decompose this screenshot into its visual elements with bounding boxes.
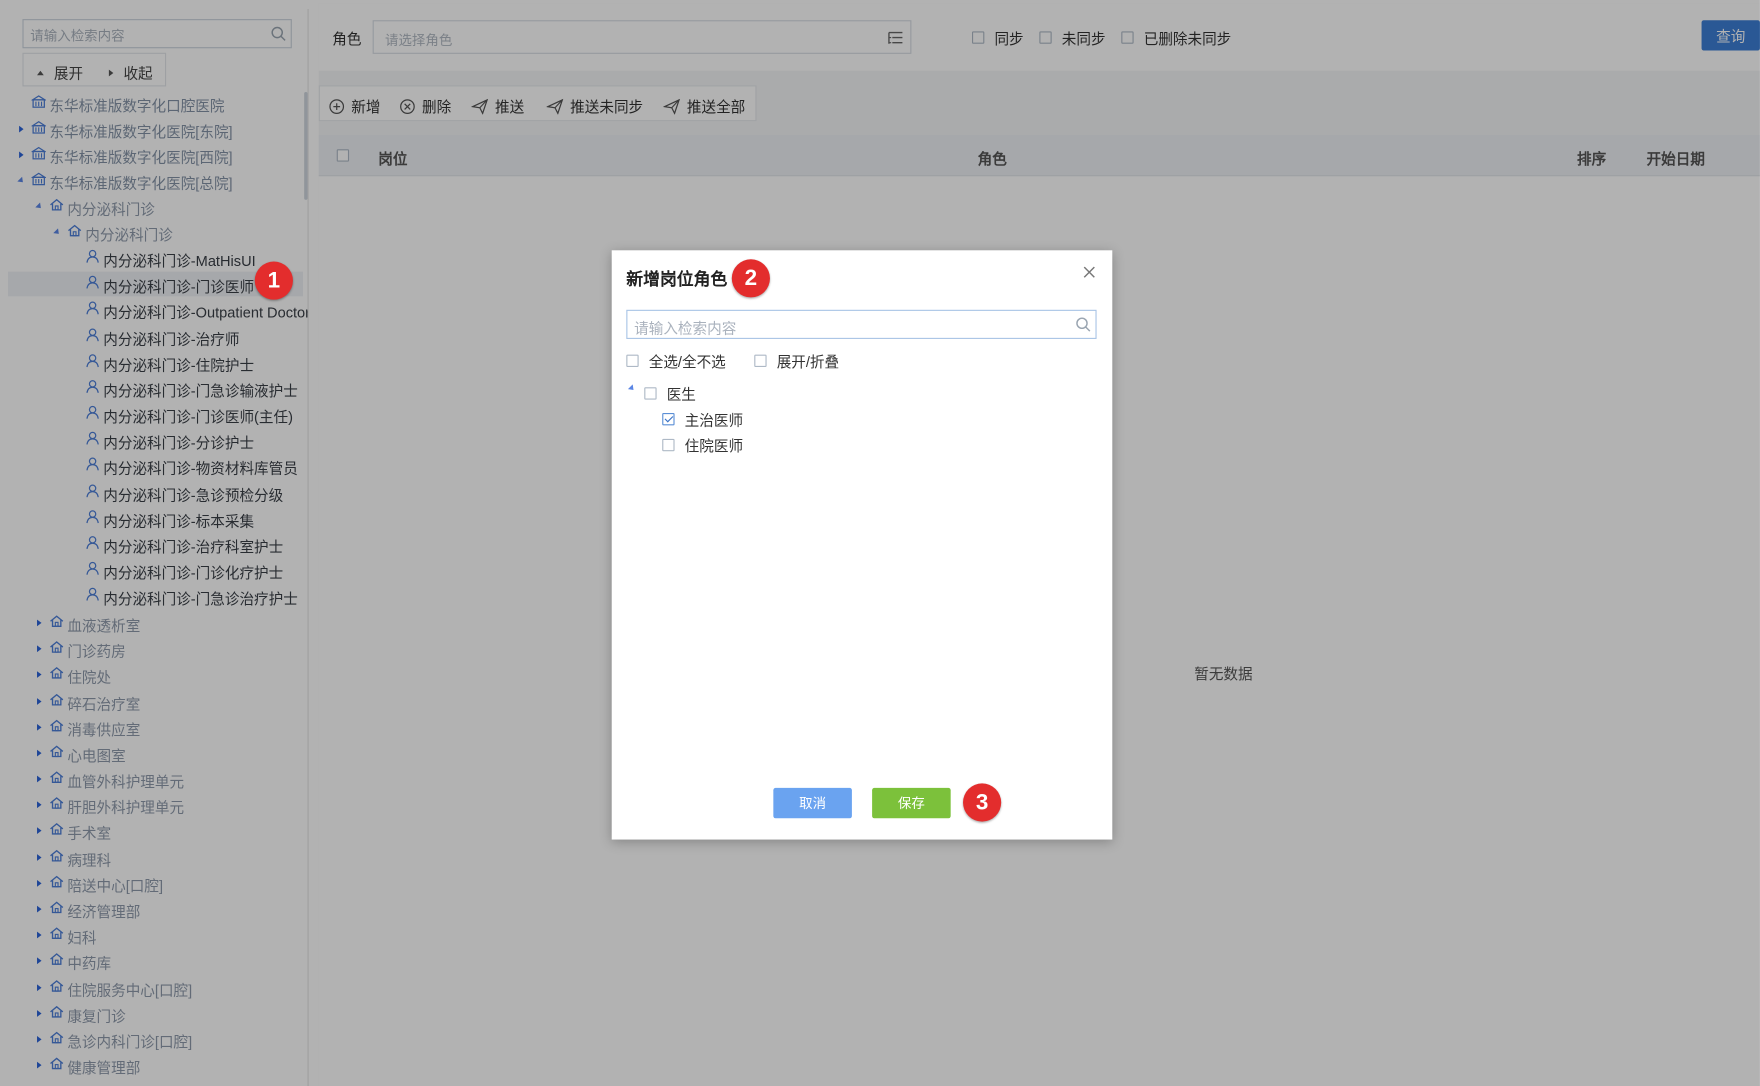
checkbox-box[interactable]: [626, 354, 639, 368]
select-all-label: 全选/全不选: [648, 353, 726, 371]
step-marker-1: 1: [254, 261, 293, 300]
role-tree-item[interactable]: 主治医师: [662, 409, 743, 430]
role-search-input[interactable]: 请输入检索内容: [626, 309, 1097, 339]
checkbox-box[interactable]: [644, 387, 657, 400]
role-search-placeholder: 请输入检索内容: [634, 319, 737, 337]
step-marker-3: 3: [963, 783, 1002, 822]
app-root: 请输入检索内容 展开 收起 东华标准版数字化口腔医院 东华标准版数字化医院[东院…: [0, 0, 1760, 1086]
select-all-checkbox[interactable]: 全选/全不选: [626, 350, 726, 371]
step-marker-2: 2: [731, 259, 770, 298]
cancel-button[interactable]: 取消: [773, 787, 852, 819]
checkbox-checked[interactable]: [662, 413, 675, 426]
dialog-title: 新增岗位角色: [626, 270, 728, 290]
role-tree-item-label: 住院医师: [684, 437, 744, 455]
role-tree-item[interactable]: 住院医师: [662, 434, 743, 455]
role-tree-root-label: 医生: [666, 386, 696, 403]
save-button[interactable]: 保存: [872, 787, 951, 819]
add-post-role-dialog: 新增岗位角色 请输入检索内容 全选/全不选 展开/折叠 医生 主治医师 住院医师…: [611, 250, 1113, 840]
collapse-toggle-icon[interactable]: [627, 384, 636, 393]
search-icon[interactable]: [1075, 317, 1091, 333]
expand-collapse-checkbox[interactable]: 展开/折叠: [754, 350, 839, 371]
role-tree-root[interactable]: 医生: [644, 383, 696, 404]
close-icon[interactable]: [1083, 266, 1095, 278]
checkbox-box[interactable]: [662, 438, 675, 452]
expand-collapse-label: 展开/折叠: [776, 353, 840, 371]
role-tree-item-label: 主治医师: [684, 411, 744, 429]
checkbox-box[interactable]: [754, 354, 767, 368]
